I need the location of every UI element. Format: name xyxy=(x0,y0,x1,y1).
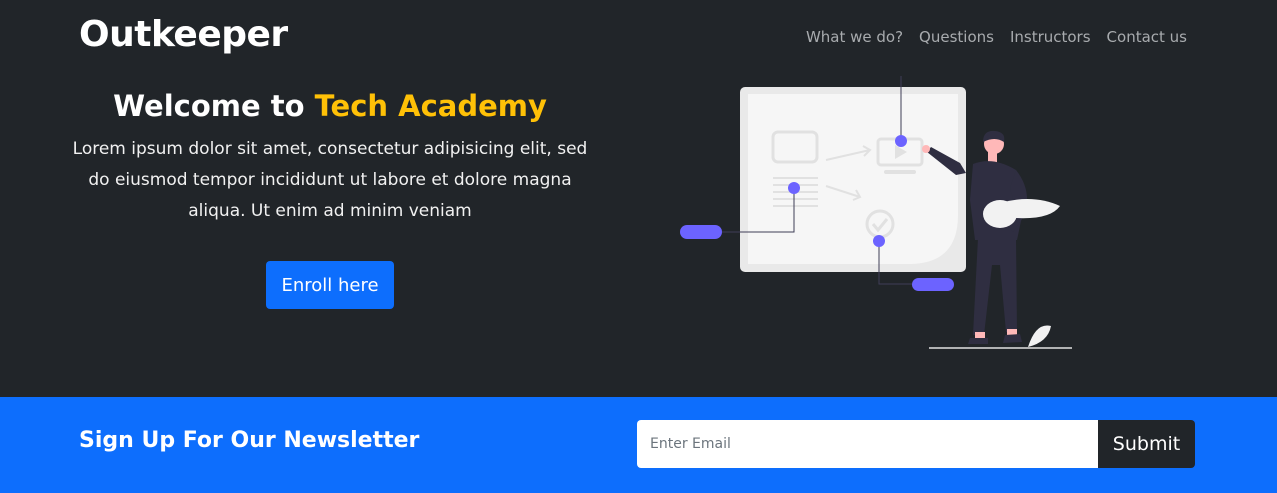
connector-dot xyxy=(873,235,885,247)
hero-headline: Welcome to Tech Academy xyxy=(80,88,580,124)
hero-description: Lorem ipsum dolor sit amet, consectetur … xyxy=(72,139,588,221)
nav-link-instructors[interactable]: Instructors xyxy=(1002,26,1099,48)
hero-section: Outkeeper What we do? Questions Instruct… xyxy=(0,0,1277,397)
presentation-illustration xyxy=(680,76,1072,349)
submit-button[interactable]: Submit xyxy=(1098,420,1195,468)
enroll-button[interactable]: Enroll here xyxy=(266,261,394,309)
newsletter-section: Sign Up For Our Newsletter Submit xyxy=(0,397,1277,493)
nav-link-what-we-do[interactable]: What we do? xyxy=(798,26,911,48)
plant-leaf xyxy=(1028,325,1051,347)
main-nav: What we do? Questions Instructors Contac… xyxy=(798,26,1187,48)
label-pill xyxy=(680,225,722,239)
video-caption-bar xyxy=(884,170,916,174)
headline-accent: Tech Academy xyxy=(314,89,547,123)
email-field[interactable] xyxy=(637,420,1099,468)
nav-link-questions[interactable]: Questions xyxy=(911,26,1002,48)
connector-dot xyxy=(895,135,907,147)
nav-link-contact-us[interactable]: Contact us xyxy=(1099,26,1187,48)
brand-logo[interactable]: Outkeeper xyxy=(79,12,288,58)
label-pill xyxy=(912,278,954,291)
connector-dot xyxy=(788,182,800,194)
headline-prefix: Welcome to xyxy=(113,89,315,123)
newsletter-title: Sign Up For Our Newsletter xyxy=(79,428,420,453)
